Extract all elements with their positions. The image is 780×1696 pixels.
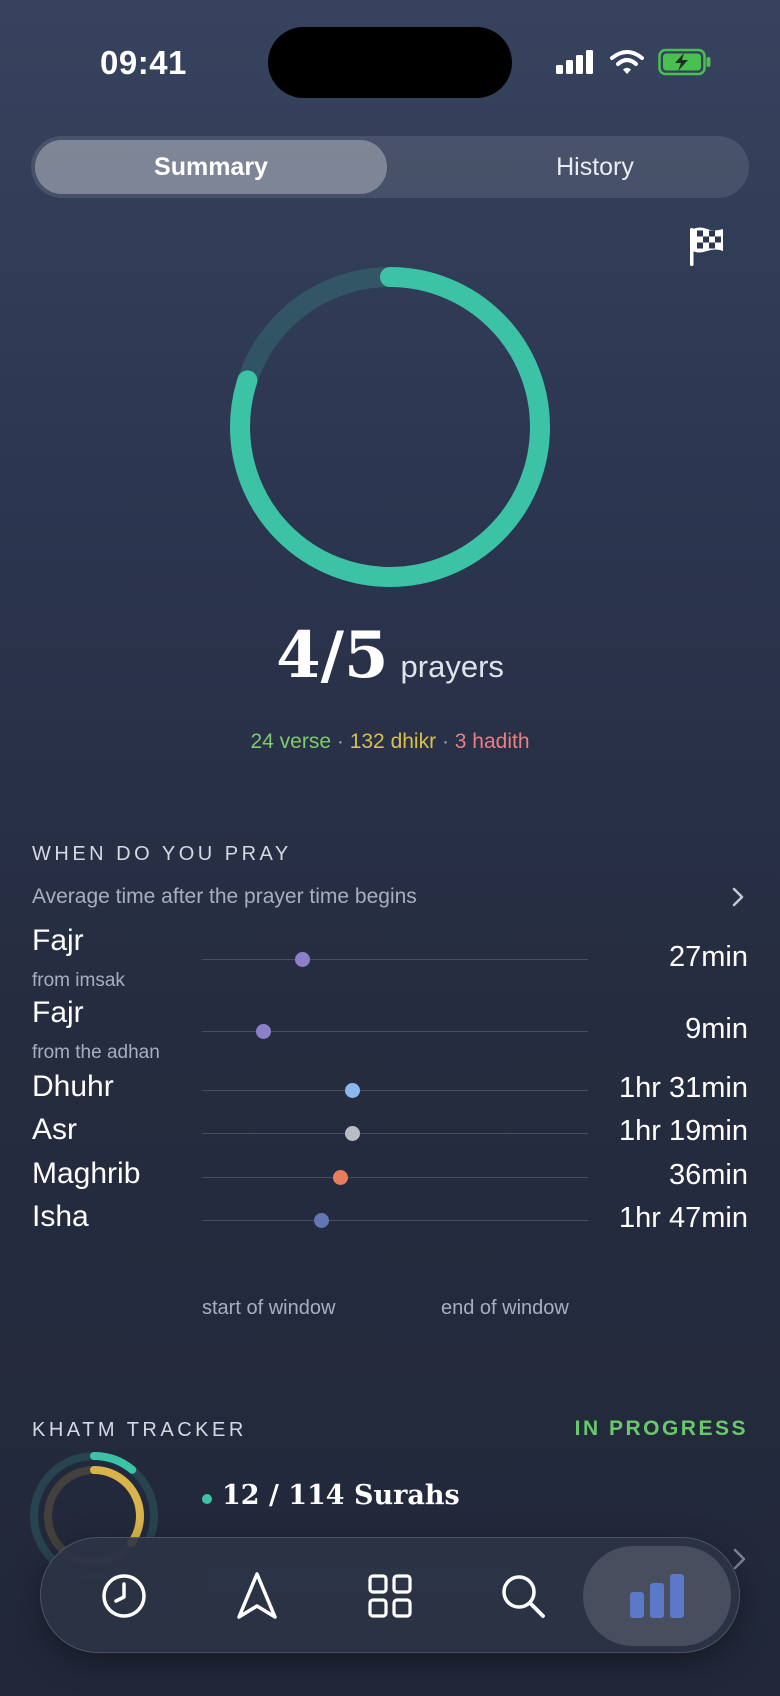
status-icons bbox=[556, 48, 712, 76]
prayer-average-delay: 36min bbox=[669, 1159, 748, 1191]
prayer-name: Fajr bbox=[32, 924, 84, 957]
prayer-time-marker bbox=[345, 1126, 361, 1141]
prayer-average-delay: 1hr 19min bbox=[619, 1115, 748, 1147]
prayer-subtitle: from imsak bbox=[32, 970, 125, 991]
bottom-tab-bar bbox=[40, 1537, 740, 1653]
verse-count: 24 verse bbox=[250, 730, 332, 753]
status-time: 09:41 bbox=[100, 44, 187, 81]
prayer-count-value: 4/5 bbox=[276, 618, 389, 693]
tab-clock[interactable] bbox=[74, 1546, 174, 1646]
tab-stats[interactable] bbox=[583, 1546, 731, 1646]
khatm-status-badge: IN PROGRESS bbox=[574, 1417, 748, 1440]
when-do-you-pray-title: WHEN DO YOU PRAY bbox=[32, 843, 292, 865]
stat-separator: · bbox=[441, 730, 449, 753]
dhikr-count: 132 dhikr bbox=[349, 730, 437, 753]
checkered-flag-icon[interactable] bbox=[688, 226, 726, 268]
prayer-window-track bbox=[202, 1133, 588, 1134]
khatm-surah-count: 12 / 114 Surahs bbox=[222, 1480, 460, 1511]
prayer-time-marker bbox=[256, 1024, 272, 1039]
daily-stats: 24 verse · 132 dhikr · 3 hadith bbox=[0, 730, 780, 754]
tab-search[interactable] bbox=[473, 1546, 573, 1646]
khatm-bullet bbox=[202, 1494, 212, 1504]
prayer-window-track bbox=[202, 1090, 588, 1091]
prayer-name: Asr bbox=[32, 1113, 77, 1146]
prayer-name: Dhuhr bbox=[32, 1070, 114, 1103]
prayer-average-delay: 1hr 47min bbox=[619, 1202, 748, 1234]
prayer-count: 4/5 prayers bbox=[0, 618, 780, 693]
prayer-subtitle: from the adhan bbox=[32, 1042, 160, 1063]
prayer-name: Maghrib bbox=[32, 1157, 141, 1190]
prayer-average-delay: 1hr 31min bbox=[619, 1072, 748, 1104]
compass-arrow-icon bbox=[237, 1572, 277, 1619]
prayer-window-track bbox=[202, 1220, 588, 1221]
start-of-window-label: start of window bbox=[202, 1297, 336, 1319]
dynamic-island bbox=[268, 27, 512, 98]
prayer-time-marker bbox=[333, 1170, 349, 1185]
prayer-average-delay: 9min bbox=[685, 1013, 748, 1045]
prayer-time-marker bbox=[345, 1083, 361, 1098]
end-of-window-label: end of window bbox=[441, 1297, 569, 1319]
chevron-right-icon[interactable] bbox=[726, 885, 750, 909]
prayer-window-track bbox=[202, 1177, 588, 1178]
prayer-average-delay: 27min bbox=[669, 941, 748, 973]
prayer-name: Isha bbox=[32, 1200, 89, 1233]
when-do-you-pray-subtitle: Average time after the prayer time begin… bbox=[32, 885, 417, 908]
search-icon bbox=[502, 1575, 545, 1618]
wifi-icon bbox=[610, 50, 644, 74]
tab-apps[interactable] bbox=[340, 1546, 440, 1646]
clock-icon bbox=[102, 1574, 146, 1618]
khatm-tracker-title: KHATM TRACKER bbox=[32, 1419, 247, 1441]
prayer-name: Fajr bbox=[32, 996, 84, 1029]
prayer-time-marker bbox=[294, 952, 310, 967]
grid-icon bbox=[368, 1574, 412, 1618]
prayer-time-marker bbox=[314, 1213, 330, 1228]
tab-summary[interactable]: Summary bbox=[35, 140, 387, 194]
hadith-count: 3 hadith bbox=[454, 730, 530, 753]
status-bar: 09:41 bbox=[0, 0, 780, 120]
stat-separator: · bbox=[336, 730, 344, 753]
prayer-count-unit: prayers bbox=[400, 649, 504, 684]
battery-charging-icon bbox=[658, 48, 711, 76]
tab-history[interactable]: History bbox=[419, 140, 771, 194]
prayer-progress-ring bbox=[230, 267, 550, 587]
cellular-signal-icon bbox=[556, 50, 593, 74]
stats-bars-icon bbox=[630, 1574, 684, 1618]
tab-qibla[interactable] bbox=[207, 1546, 307, 1646]
prayer-window-track bbox=[202, 959, 588, 960]
summary-history-toggle: Summary History bbox=[31, 136, 749, 198]
